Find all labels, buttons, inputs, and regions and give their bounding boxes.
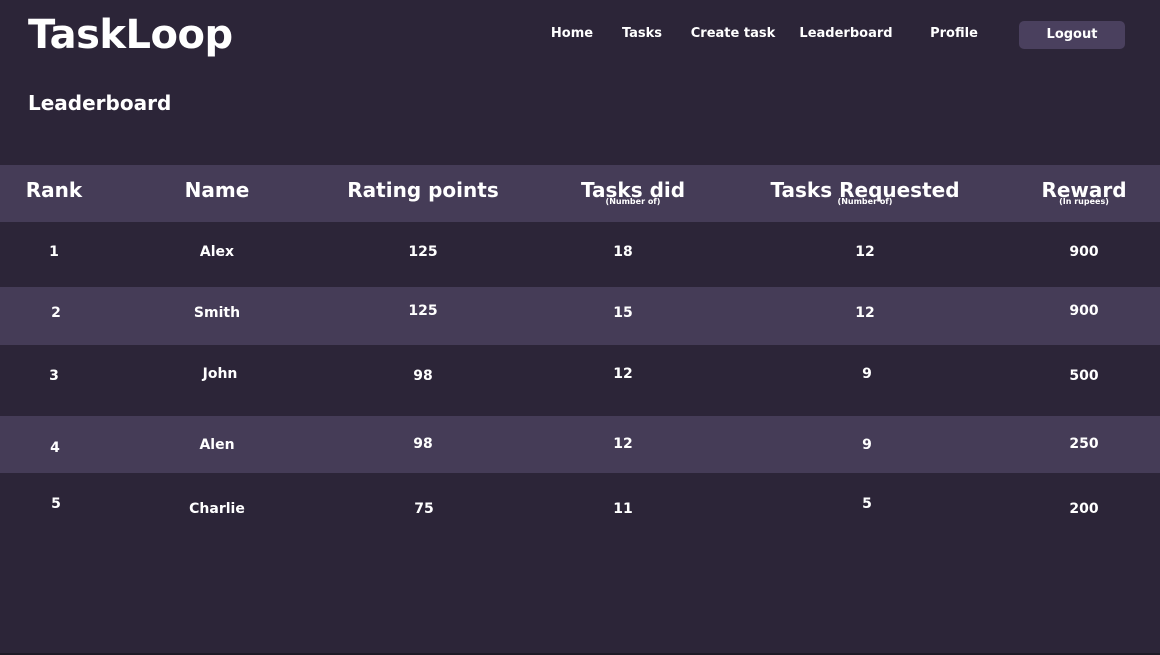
tasks-did-cell: 15 [613,305,633,321]
rank-cell: 4 [50,440,60,456]
tasks-requested-cell: 9 [862,366,872,382]
table-row: 4 Alen 98 12 9 250 [0,416,1160,473]
tasks-did-cell: 12 [613,436,633,452]
table-row: 1 Alex 125 18 12 900 [0,222,1160,287]
reward-cell: 500 [1069,368,1099,384]
tasks-requested-cell: 12 [855,305,875,321]
table-row: 2 Smith 125 15 12 900 [0,287,1160,345]
tasks-did-cell: 18 [613,244,633,260]
reward-cell: 900 [1069,244,1099,260]
tasks-did-cell: 11 [613,501,633,517]
column-header-tasks-requested: Tasks Requested (Number of) [770,178,959,206]
tasks-requested-cell: 12 [855,244,875,260]
nav-home-link[interactable]: Home [551,26,593,42]
column-header-label: Rank [25,178,83,202]
tasks-requested-cell: 5 [862,496,872,512]
table-row: 3 John 98 12 9 500 [0,345,1160,416]
rating-cell: 98 [413,436,433,452]
reward-cell: 200 [1069,501,1099,517]
rank-cell: 1 [49,244,59,260]
rating-cell: 75 [414,501,434,517]
rating-cell: 125 [408,303,438,319]
page-title: Leaderboard [28,91,172,115]
nav-create-task-link[interactable]: Create task [691,26,775,42]
rating-cell: 98 [413,368,433,384]
name-cell: Charlie [189,501,245,517]
tasks-requested-cell: 9 [862,437,872,453]
reward-cell: 900 [1069,303,1099,319]
column-header-label: Name [184,178,250,202]
column-header-rating-points: Rating points [347,178,498,202]
rank-cell: 5 [51,496,61,512]
column-header-reward: Reward (In rupees) [1041,178,1126,206]
name-cell: Alex [199,244,235,260]
column-header-name: Name [185,178,250,202]
reward-cell: 250 [1069,436,1099,452]
nav-tasks-link[interactable]: Tasks [622,26,662,42]
column-header-label: Rating points [347,178,499,202]
nav-profile-link[interactable]: Profile [930,26,978,42]
top-nav: Home Tasks Create task Leaderboard Profi… [0,0,1160,70]
column-header-rank: Rank [26,178,82,202]
rating-cell: 125 [408,244,438,260]
rank-cell: 2 [51,305,61,321]
name-cell: John [202,366,238,382]
logout-button[interactable]: Logout [1019,21,1125,49]
name-cell: Smith [193,305,241,321]
nav-leaderboard-link[interactable]: Leaderboard [799,26,892,42]
table-header-row: Rank Name Rating points Tasks did (Numbe… [0,165,1160,222]
name-cell: Alen [199,437,235,453]
column-header-tasks-did: Tasks did (Number of) [581,178,685,206]
tasks-did-cell: 12 [613,366,633,382]
rank-cell: 3 [49,368,59,384]
table-row: 5 Charlie 75 11 5 200 [0,473,1160,543]
